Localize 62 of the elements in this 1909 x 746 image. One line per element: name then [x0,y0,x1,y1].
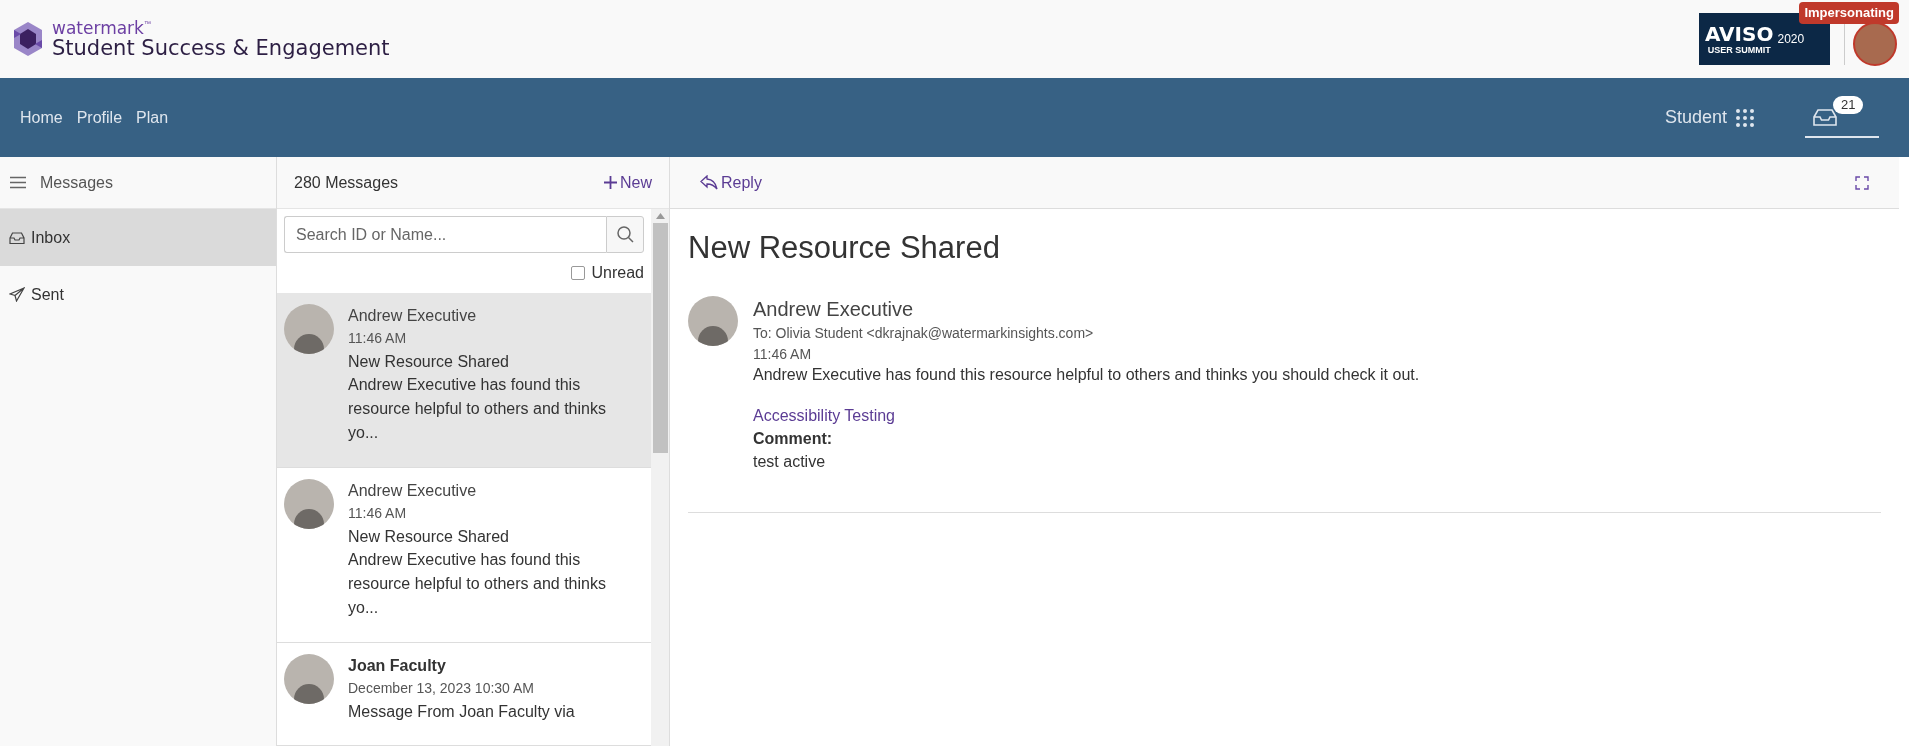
sidebar-item[interactable]: Sent [0,266,276,323]
scrollbar[interactable] [651,209,669,746]
paper-plane-icon [9,287,25,302]
impersonating-badge: Impersonating [1799,2,1899,24]
role-label: Student [1664,106,1727,129]
sender-avatar [688,295,738,346]
inbox-icon [1813,107,1837,126]
sender-avatar [284,479,334,529]
logo-icon [12,21,44,57]
recipient-line: To: Olivia Student <dkrajnak@watermarkinsights.com> [753,323,1095,343]
sidebar-item-label: Inbox [31,227,71,248]
message-preview: Andrew Executive has found this resource helpful to others and thinks yo... [348,375,607,443]
banner-subtitle: USER SUMMIT [1707,45,1771,55]
message-time: 11:46 AM [348,504,408,523]
message-subject: Message From Joan Faculty via [348,702,576,722]
comment-text: test active [753,451,827,472]
message-subject-heading: New Resource Shared [688,229,1001,267]
sidebar-title: Messages [40,172,113,193]
user-avatar[interactable] [1853,22,1897,66]
sender-name: Andrew Executive [348,306,478,326]
sender-name: Andrew Executive [753,296,915,322]
message-subject: New Resource Shared [348,527,510,547]
nav-link[interactable]: Plan [136,105,169,130]
inbox-nav-button[interactable]: 21 [1805,97,1879,138]
scroll-up-icon[interactable] [655,213,665,219]
scrollbar-thumb[interactable] [652,223,668,453]
message-time: 11:46 AM [348,329,408,348]
menu-icon[interactable] [10,176,26,189]
search-icon [616,226,634,243]
unread-count-badge: 21 [1833,95,1864,114]
product-title: Student Success & Engagement [52,37,390,59]
message-time: December 13, 2023 10:30 AM [348,679,535,698]
app-grid-icon[interactable] [1735,107,1755,128]
banner-year: 2020 [1777,33,1805,45]
message-count: 280 Messages [294,172,399,193]
comment-label: Comment: [753,428,834,449]
reply-button[interactable]: Reply [700,170,762,195]
search-button[interactable] [606,216,644,253]
sidebar-item-label: Sent [31,284,64,305]
sender-avatar [284,654,334,704]
search-field[interactable]: Search ID or Name... [284,216,606,253]
plus-icon [604,176,617,189]
sidebar-item[interactable]: Inbox [0,209,276,266]
reply-icon [700,175,718,190]
sender-name: Andrew Executive [348,481,478,501]
inbox-icon [9,230,25,245]
sender-name: Joan Faculty [348,656,447,676]
message-item[interactable]: Andrew Executive 11:46 AM New Resource Shared Andrew Executive has found this resource helpful to others and thinks yo... [277,293,651,468]
resource-link[interactable]: Accessibility Testing [753,403,1420,428]
unread-checkbox[interactable] [570,266,585,280]
nav-link[interactable]: Profile [76,105,123,130]
message-body: Andrew Executive has found this resource helpful to others and thinks you should check it out. [753,364,1420,385]
banner-title: AVISO [1705,23,1774,44]
message-time: 11:46 AM [753,344,813,364]
expand-icon[interactable] [1855,175,1869,190]
message-subject: New Resource Shared [348,352,510,372]
unread-label: Unread [591,263,644,283]
brand-name: watermark [52,19,144,37]
new-message-button[interactable]: New [604,170,652,195]
message-preview: Andrew Executive has found this resource helpful to others and thinks yo... [348,550,607,618]
nav-link[interactable]: Home [20,105,63,130]
sender-avatar [284,304,334,354]
